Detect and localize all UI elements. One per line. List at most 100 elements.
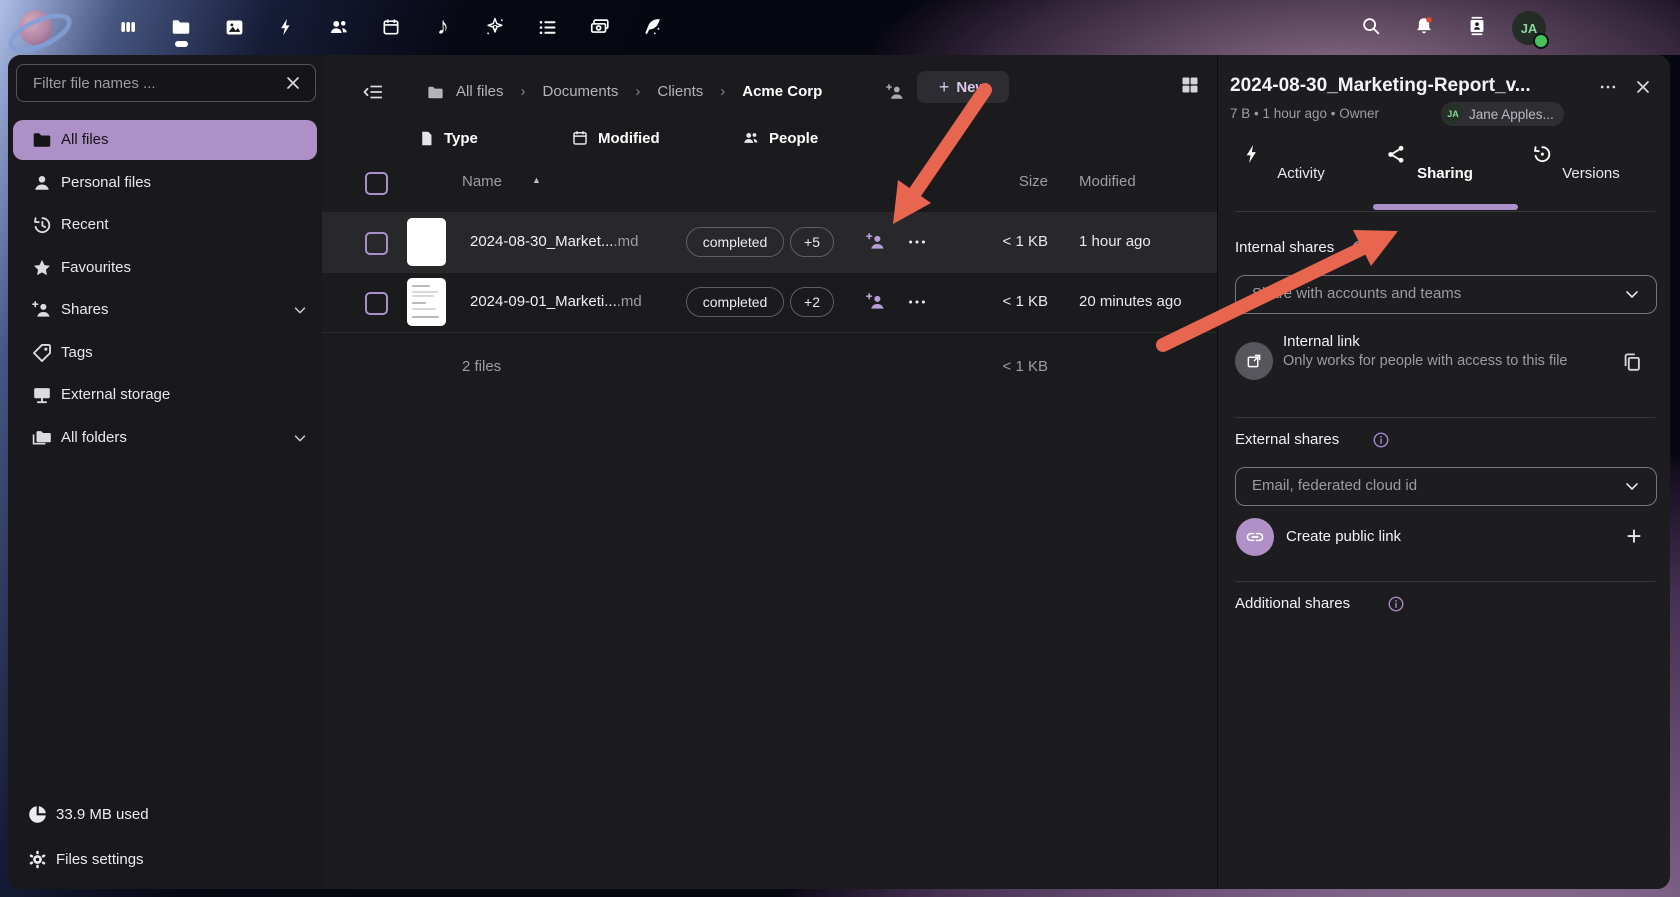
file-name[interactable]: 2024-08-30_Market....md [470, 232, 638, 252]
sidebar-item-label: Recent [61, 215, 109, 235]
tab-sharing[interactable]: Sharing [1385, 143, 1505, 207]
column-header-size[interactable]: Size [922, 172, 1048, 192]
files-app-icon[interactable] [170, 16, 192, 38]
tab-versions[interactable]: Versions [1531, 143, 1651, 207]
clear-filter-icon[interactable] [283, 73, 303, 93]
sidebar-item-label: Tags [61, 343, 93, 363]
breadcrumb-current-folder[interactable]: Acme Corp [742, 82, 822, 102]
more-tags-badge[interactable]: +5 [790, 227, 834, 257]
column-header-name[interactable]: Name [462, 172, 502, 192]
nextcloud-logo[interactable] [12, 5, 58, 51]
external-share-search-select[interactable]: Email, federated cloud id [1235, 467, 1657, 506]
person-plus-icon [31, 299, 53, 321]
close-details-icon[interactable] [1633, 77, 1653, 97]
details-actions-menu-icon[interactable] [1598, 79, 1618, 95]
file-thumbnail[interactable] [407, 218, 446, 266]
activity-app-icon[interactable] [275, 16, 297, 38]
notes-quill-app-icon[interactable] [641, 16, 663, 38]
select-all-checkbox[interactable] [365, 172, 388, 195]
contacts-menu-icon[interactable] [1466, 15, 1488, 37]
owner-name: Jane Apples... [1469, 107, 1554, 122]
row-checkbox[interactable] [365, 292, 388, 315]
breadcrumb-separator: › [635, 82, 640, 102]
breadcrumb-folder-icon[interactable] [426, 83, 445, 102]
internal-share-placeholder: Share with accounts and teams [1252, 284, 1461, 304]
internal-shares-heading: Internal shares [1235, 238, 1334, 258]
column-header-modified[interactable]: Modified [1079, 172, 1136, 192]
file-count-summary: 2 files [462, 357, 501, 377]
file-name[interactable]: 2024-09-01_Marketi....md [470, 292, 642, 312]
breadcrumb-documents[interactable]: Documents [543, 82, 619, 102]
internal-share-search-select[interactable]: Share with accounts and teams [1235, 275, 1657, 314]
info-icon[interactable] [1372, 431, 1390, 449]
files-settings-label: Files settings [56, 850, 144, 870]
filter-chip-type[interactable]: Type [418, 125, 478, 151]
files-navigation-sidebar: All files Personal files Recent Favourit… [8, 55, 322, 889]
filter-chip-label: Modified [598, 130, 660, 147]
tab-activity[interactable]: Activity [1241, 143, 1361, 207]
breadcrumb-clients[interactable]: Clients [657, 82, 703, 102]
app-window: All files Personal files Recent Favourit… [8, 55, 1670, 889]
divider [1235, 417, 1655, 418]
people-icon [742, 129, 760, 147]
notifications-bell-icon[interactable] [1413, 15, 1435, 37]
chevron-down-icon[interactable] [291, 301, 309, 319]
sidebar-item-external-storage[interactable]: External storage [13, 375, 317, 415]
online-status-dot [1533, 33, 1549, 49]
music-app-icon[interactable]: ♪ [432, 16, 454, 38]
tasks-app-icon[interactable] [536, 16, 558, 38]
dashboard-app-icon[interactable] [117, 16, 139, 38]
shared-person-plus-icon[interactable] [865, 291, 887, 313]
active-app-indicator [175, 41, 188, 47]
photos-app-icon[interactable] [223, 16, 245, 38]
sidebar-item-all-files[interactable]: All files [13, 120, 317, 160]
money-app-icon[interactable] [589, 16, 611, 38]
active-tab-underline [1373, 204, 1518, 210]
star-icon [31, 257, 53, 279]
calendar-app-icon[interactable] [380, 16, 402, 38]
search-icon[interactable] [1360, 15, 1382, 37]
external-shares-heading: External shares [1235, 430, 1339, 450]
more-tags-badge[interactable]: +2 [790, 287, 834, 317]
versions-history-icon [1531, 143, 1651, 165]
row-checkbox[interactable] [365, 232, 388, 255]
info-icon[interactable] [1351, 239, 1369, 257]
breadcrumb-all-files[interactable]: All files [456, 82, 504, 102]
copy-link-icon[interactable] [1621, 351, 1643, 373]
share-nodes-icon [1385, 143, 1505, 165]
shared-person-plus-icon[interactable] [865, 231, 887, 253]
filter-filenames-input[interactable] [31, 68, 275, 98]
tag-icon [31, 342, 53, 364]
file-row-2[interactable]: 2024-09-01_Marketi....md completed +2 < … [322, 272, 1217, 333]
chevron-down-icon[interactable] [1622, 476, 1642, 496]
assistant-app-icon[interactable]: C [484, 16, 506, 38]
filter-chip-people[interactable]: People [742, 125, 818, 151]
grid-view-icon[interactable] [1180, 75, 1200, 95]
tab-label: Versions [1562, 165, 1620, 182]
new-button[interactable]: + New [917, 71, 1009, 103]
file-modified: 1 hour ago [1079, 232, 1151, 252]
collapse-sidebar-icon[interactable] [362, 81, 384, 103]
filter-filenames-box [16, 64, 316, 102]
sidebar-item-favourites[interactable]: Favourites [13, 248, 317, 288]
file-thumbnail[interactable] [407, 278, 446, 326]
info-icon[interactable] [1387, 595, 1405, 613]
share-folder-icon[interactable] [885, 82, 906, 103]
files-settings[interactable]: Files settings [8, 840, 322, 880]
filter-chip-modified[interactable]: Modified [571, 125, 660, 151]
chevron-down-icon[interactable] [291, 429, 309, 447]
sidebar-item-all-folders[interactable]: All folders [13, 418, 317, 458]
new-button-label: New [956, 79, 987, 96]
sidebar-item-recent[interactable]: Recent [13, 205, 317, 245]
sidebar-item-shares[interactable]: Shares [13, 290, 317, 330]
file-row-1[interactable]: 2024-08-30_Market....md completed +5 < 1… [322, 212, 1217, 273]
add-public-link-icon[interactable]: + [1621, 523, 1647, 549]
create-public-link-label[interactable]: Create public link [1286, 527, 1401, 547]
sidebar-item-label: All files [61, 130, 109, 150]
sidebar-item-label: Favourites [61, 258, 131, 278]
sidebar-item-tags[interactable]: Tags [13, 333, 317, 373]
sidebar-item-personal-files[interactable]: Personal files [13, 163, 317, 203]
internal-link-subtitle: Only works for people with access to thi… [1283, 352, 1615, 371]
chevron-down-icon[interactable] [1622, 284, 1642, 304]
contacts-app-icon[interactable] [328, 16, 350, 38]
